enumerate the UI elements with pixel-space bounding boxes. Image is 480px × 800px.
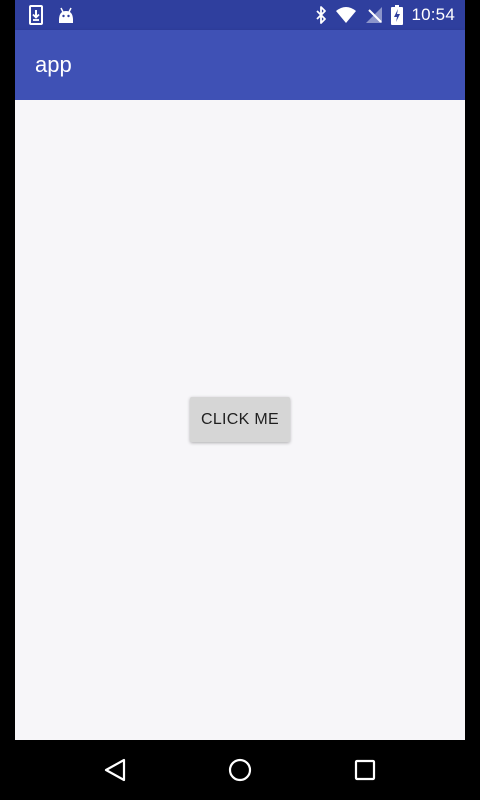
device-screen: 10:54 app CLICK ME bbox=[0, 0, 480, 800]
status-time: 10:54 bbox=[411, 5, 455, 24]
no-sim-icon bbox=[365, 6, 383, 24]
download-icon bbox=[29, 5, 43, 25]
status-system-icons: 10:54 bbox=[315, 0, 455, 30]
back-icon bbox=[104, 758, 126, 782]
main-content: CLICK ME bbox=[15, 100, 465, 740]
nav-home-button[interactable] bbox=[220, 750, 260, 790]
nav-recents-button[interactable] bbox=[345, 750, 385, 790]
status-bar: 10:54 bbox=[15, 0, 465, 30]
navigation-bar bbox=[0, 740, 480, 800]
status-notifications bbox=[29, 5, 75, 25]
recents-icon bbox=[354, 759, 376, 781]
click-me-button[interactable]: CLICK ME bbox=[190, 397, 290, 442]
home-icon bbox=[228, 758, 252, 782]
wifi-icon bbox=[335, 6, 357, 24]
bluetooth-icon bbox=[315, 5, 327, 25]
app-toolbar: app bbox=[15, 30, 465, 100]
app-title: app bbox=[35, 52, 72, 77]
android-icon bbox=[57, 7, 75, 23]
battery-charging-icon bbox=[391, 5, 404, 25]
nav-back-button[interactable] bbox=[95, 750, 135, 790]
